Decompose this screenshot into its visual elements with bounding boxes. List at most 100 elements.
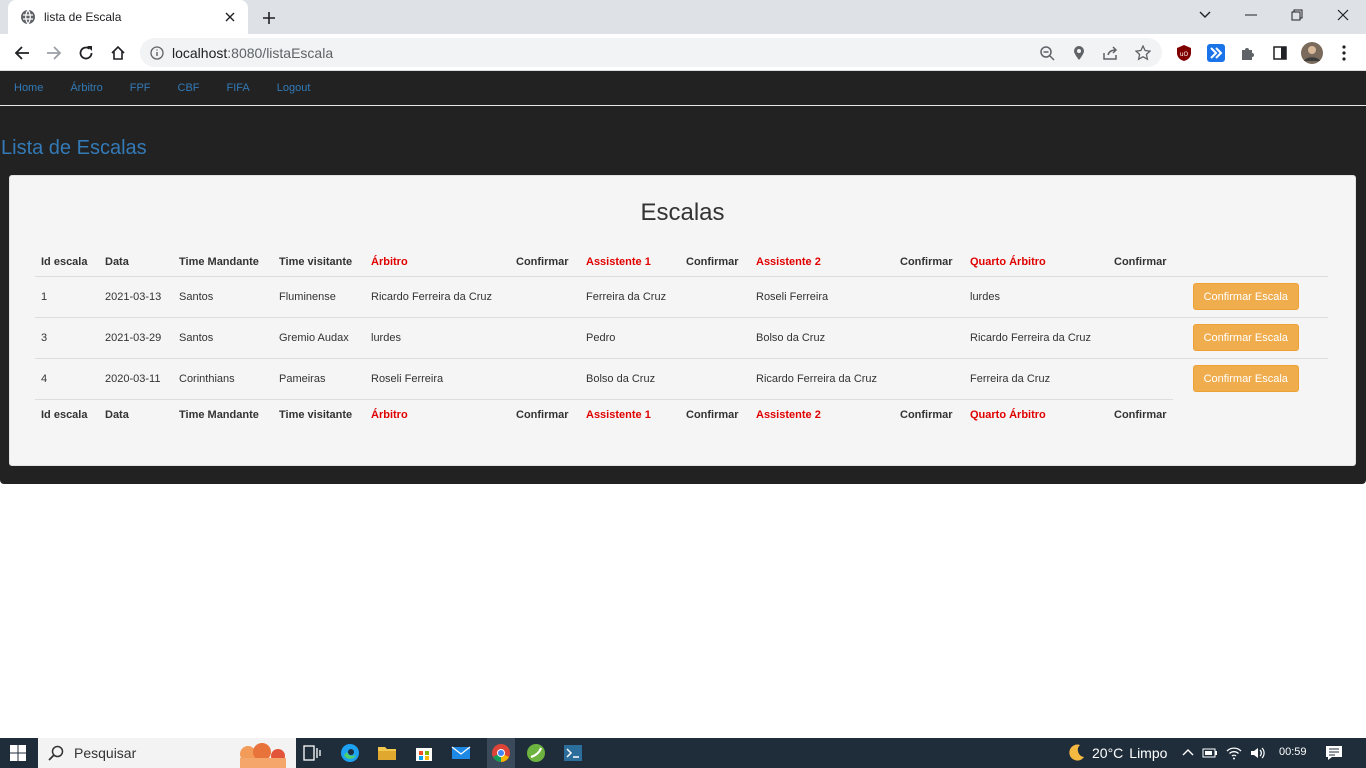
nav-cbf[interactable]: CBF <box>178 82 200 94</box>
cell-confirmar <box>894 316 964 358</box>
location-icon[interactable] <box>1068 42 1090 64</box>
col-header-mandante: Time Mandante <box>179 255 259 268</box>
confirmar-escala-button[interactable]: Confirmar Escala <box>1192 324 1299 351</box>
chrome-icon[interactable] <box>487 738 515 768</box>
taskbar-clock[interactable]: 00:59 <box>1279 746 1307 758</box>
extensions-puzzle-icon[interactable] <box>1235 40 1261 66</box>
cell-mandante: Santos <box>173 275 273 317</box>
col-header-visitante: Time visitante <box>279 255 353 268</box>
col-footer-confirmar: Confirmar <box>680 398 750 430</box>
forward-icon[interactable] <box>40 39 68 67</box>
edge-icon[interactable] <box>339 742 361 764</box>
nav-home[interactable]: Home <box>14 82 43 94</box>
table-header-row: Id escala Data Time Mandante Time visita… <box>35 248 1328 276</box>
nav-arbitro[interactable]: Árbitro <box>70 82 102 94</box>
nav-fifa[interactable]: FIFA <box>227 82 250 94</box>
moon-icon <box>1066 743 1086 763</box>
url-path: :8080/listaEscala <box>227 44 334 61</box>
cell-arbitro: Roseli Ferreira <box>365 357 510 399</box>
cell-arbitro: lurdes <box>365 316 510 358</box>
url-text: localhost:8080/listaEscala <box>172 45 333 61</box>
file-explorer-icon[interactable] <box>376 742 398 764</box>
cell-data: 2020-03-11 <box>99 357 173 399</box>
col-footer-assistente1: Assistente 1 <box>580 398 680 430</box>
minimize-icon[interactable] <box>1228 0 1274 30</box>
cell-assistente2: Ricardo Ferreira da Cruz <box>750 357 894 399</box>
cell-assistente1: Pedro <box>580 316 680 358</box>
cell-confirmar <box>680 316 750 358</box>
browser-menu-icon[interactable] <box>1331 40 1357 66</box>
notifications-icon[interactable] <box>1325 745 1343 761</box>
share-icon[interactable] <box>1100 42 1122 64</box>
tab-strip: lista de Escala <box>0 0 1366 34</box>
spring-tool-icon[interactable] <box>525 742 547 764</box>
terminal-app-icon[interactable] <box>562 742 584 764</box>
confirmar-escala-button[interactable]: Confirmar Escala <box>1192 283 1299 310</box>
cell-confirmar <box>1108 316 1173 358</box>
cell-confirmar <box>894 275 964 317</box>
cell-quarto-arbitro: Ferreira da Cruz <box>964 357 1108 399</box>
profile-avatar[interactable] <box>1299 40 1325 66</box>
home-icon[interactable] <box>104 39 132 67</box>
cell-actions: Confirmar Escala <box>1172 357 1328 399</box>
cell-confirmar <box>894 357 964 399</box>
cell-confirmar <box>510 357 580 399</box>
browser-toolbar: localhost:8080/listaEscala uO <box>0 34 1366 71</box>
col-header-data: Data <box>105 255 129 268</box>
weather-temperature: 20°C <box>1092 745 1124 761</box>
col-footer-confirmar: Confirmar <box>1108 398 1173 430</box>
wifi-icon[interactable] <box>1226 745 1242 761</box>
col-header-quarto-arbitro: Quarto Árbitro <box>970 255 1046 268</box>
confirmar-escala-button[interactable]: Confirmar Escala <box>1192 365 1299 393</box>
weather-widget[interactable]: 20°C Limpo <box>1066 743 1167 763</box>
weather-condition: Limpo <box>1129 745 1168 761</box>
browser-tab[interactable]: lista de Escala <box>8 0 248 34</box>
taskbar-search[interactable]: Pesquisar <box>38 738 296 768</box>
system-tray <box>1182 745 1266 761</box>
tab-title: lista de Escala <box>44 10 122 24</box>
ublock-icon[interactable]: uO <box>1171 40 1197 66</box>
zoom-out-icon[interactable] <box>1036 42 1058 64</box>
col-footer-arbitro: Árbitro <box>365 398 510 430</box>
nav-fpf[interactable]: FPF <box>130 82 151 94</box>
volume-icon[interactable] <box>1250 745 1266 761</box>
new-tab-button[interactable] <box>258 7 280 29</box>
col-footer-quarto-arbitro: Quarto Árbitro <box>964 398 1108 430</box>
url-host: localhost <box>172 44 228 61</box>
col-header-arbitro: Árbitro <box>371 255 408 268</box>
cell-visitante: Pameiras <box>273 357 365 399</box>
extension-forward-icon[interactable] <box>1203 40 1229 66</box>
close-window-icon[interactable] <box>1320 0 1366 30</box>
address-bar[interactable]: localhost:8080/listaEscala <box>140 38 1162 67</box>
side-panel-icon[interactable] <box>1267 40 1293 66</box>
tray-chevron-up-icon[interactable] <box>1182 745 1194 761</box>
restore-icon[interactable] <box>1274 0 1320 30</box>
back-icon[interactable] <box>8 39 36 67</box>
battery-icon[interactable] <box>1202 745 1218 761</box>
col-footer-confirmar: Confirmar <box>510 398 580 430</box>
tab-search-icon[interactable] <box>1182 0 1228 30</box>
col-footer-data: Data <box>99 398 173 430</box>
close-tab-icon[interactable] <box>222 9 238 25</box>
cell-quarto-arbitro: lurdes <box>964 275 1108 317</box>
cell-id: 4 <box>35 357 99 399</box>
bookmark-star-icon[interactable] <box>1132 42 1154 64</box>
mail-icon[interactable] <box>450 742 472 764</box>
svg-text:uO: uO <box>1180 51 1189 58</box>
store-icon[interactable] <box>413 742 435 764</box>
col-header-assistente1: Assistente 1 <box>586 255 651 268</box>
windows-start-icon[interactable] <box>10 745 26 761</box>
nav-logout[interactable]: Logout <box>277 82 311 94</box>
table-row: 3 2021-03-29 Santos Gremio Audax lurdes … <box>35 316 1328 358</box>
col-header-actions <box>1173 248 1328 276</box>
reload-icon[interactable] <box>72 39 100 67</box>
task-view-icon[interactable] <box>301 742 323 764</box>
page-title: Lista de Escalas <box>1 137 147 159</box>
cell-actions: Confirmar Escala <box>1172 275 1328 317</box>
col-header-id: Id escala <box>41 255 88 268</box>
cell-quarto-arbitro: Ricardo Ferreira da Cruz <box>964 316 1108 358</box>
search-icon <box>48 745 64 761</box>
site-info-icon[interactable] <box>150 45 164 60</box>
cell-data: 2021-03-29 <box>99 316 173 358</box>
cell-assistente2: Bolso da Cruz <box>750 316 894 358</box>
